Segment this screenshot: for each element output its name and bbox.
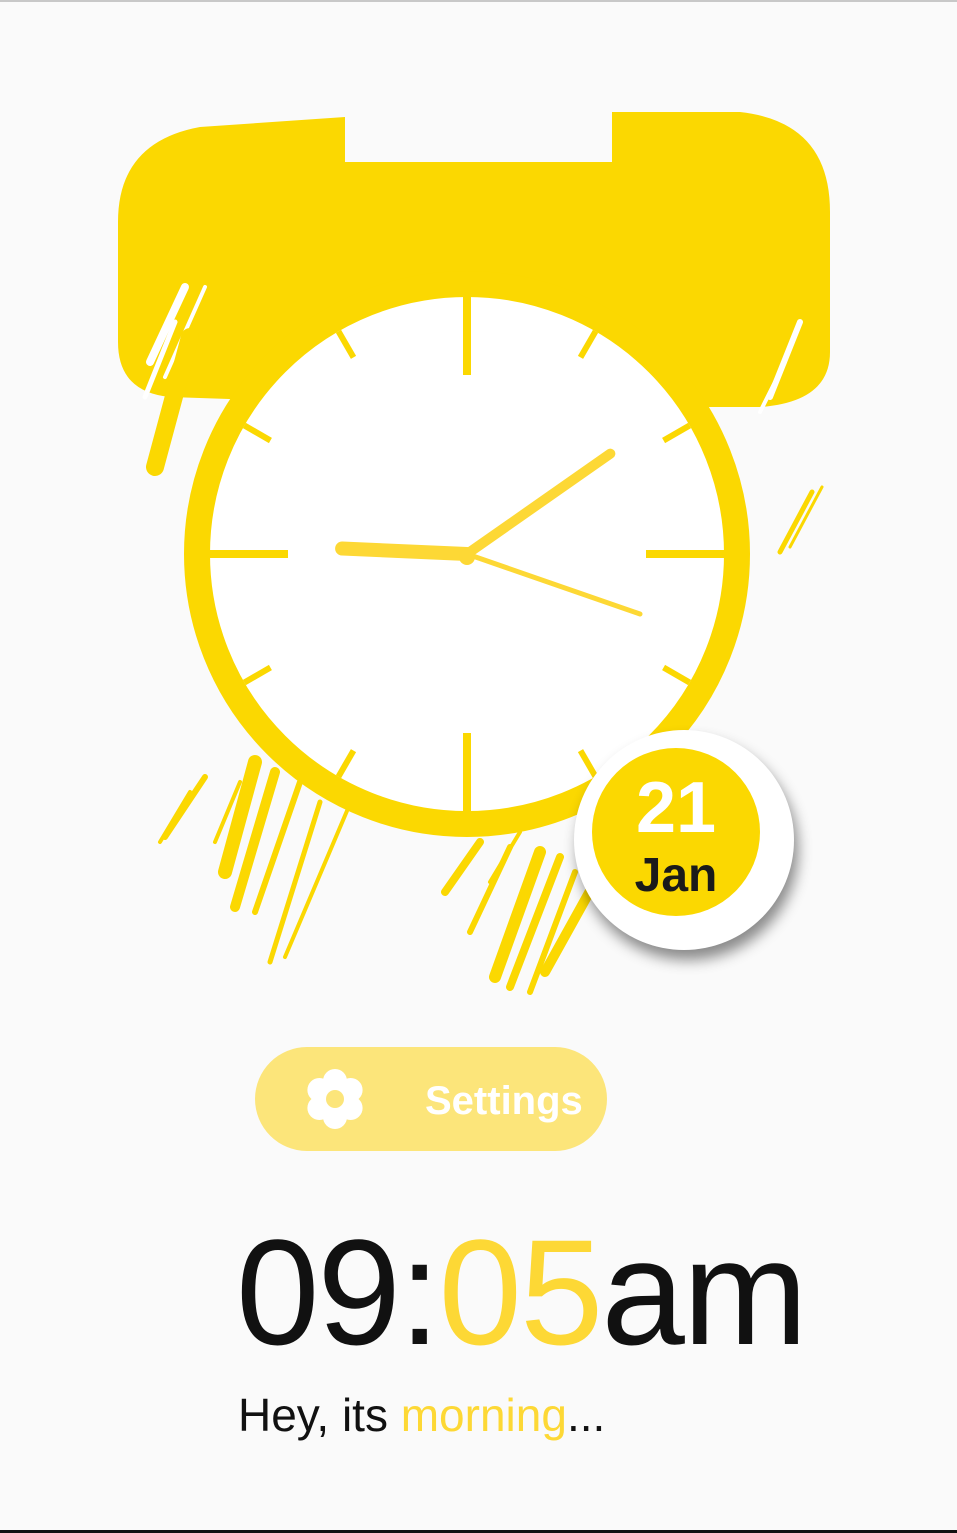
time-separator: : bbox=[398, 1208, 441, 1376]
date-badge: 21 Jan bbox=[574, 730, 794, 950]
time-hours: 09 bbox=[236, 1208, 401, 1376]
alarm-clock-illustration bbox=[118, 112, 830, 995]
settings-button[interactable]: Settings bbox=[255, 1047, 607, 1151]
time-minutes: 05 bbox=[438, 1208, 604, 1376]
date-day: 21 bbox=[635, 768, 717, 848]
settings-label: Settings bbox=[425, 1079, 583, 1123]
greeting-highlight: morning bbox=[400, 1389, 567, 1441]
date-badge-inner: 21 Jan bbox=[592, 748, 760, 916]
gear-icon bbox=[307, 1069, 363, 1129]
greeting-suffix: ... bbox=[566, 1389, 606, 1441]
greeting-text: Hey, its morning... bbox=[238, 1387, 605, 1443]
alarm-clock-screen: 21 Jan Settings 09:05am Hey, its morning… bbox=[0, 0, 957, 1533]
hour-hand bbox=[335, 541, 474, 561]
greeting-prefix: Hey, its bbox=[238, 1389, 401, 1441]
digital-time: 09:05am bbox=[236, 1207, 808, 1377]
date-month: Jan bbox=[634, 849, 718, 902]
time-ampm: am bbox=[601, 1208, 807, 1376]
